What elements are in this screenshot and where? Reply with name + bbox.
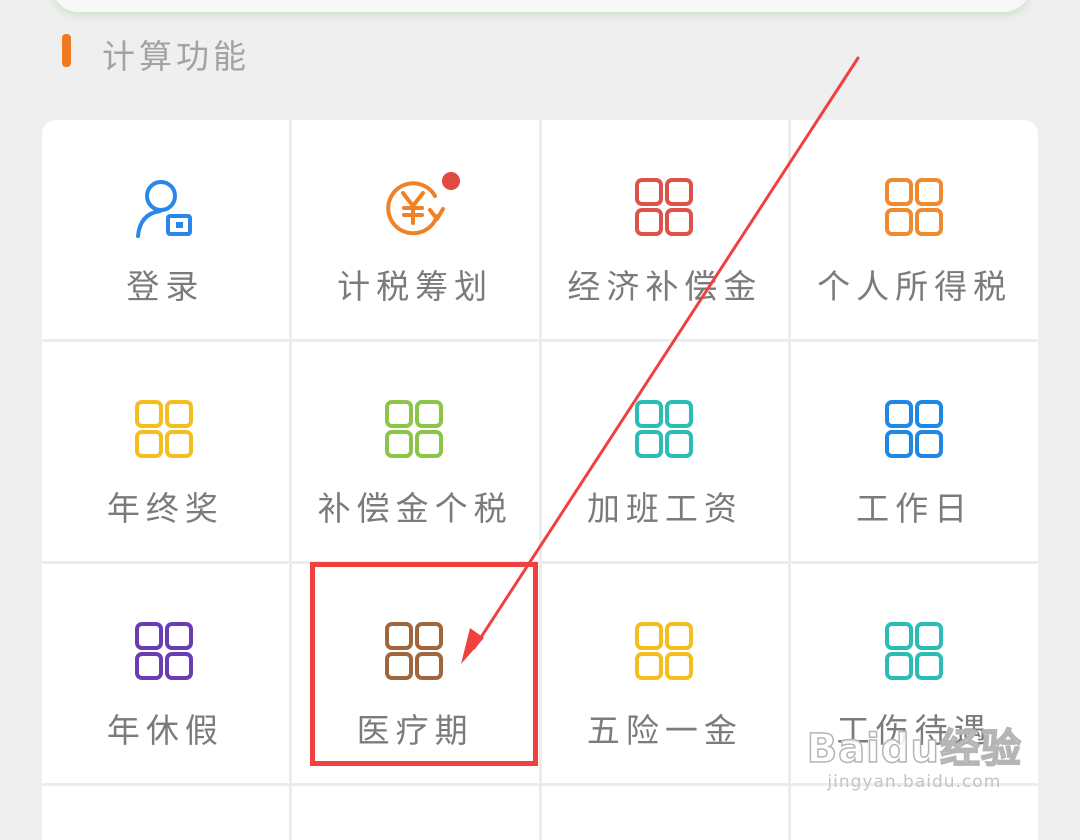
grid-icon bbox=[634, 178, 695, 238]
section-title: 计算功能 bbox=[102, 37, 250, 76]
grid-item-economic-compensation[interactable]: 经济补偿金 bbox=[541, 120, 789, 339]
grid-item-partial[interactable] bbox=[541, 786, 789, 840]
grid-icon bbox=[884, 178, 945, 238]
yuan-refresh-icon bbox=[385, 178, 446, 238]
top-card bbox=[52, 0, 1030, 12]
grid-item-label: 经济补偿金 bbox=[567, 267, 763, 306]
grid-item-partial[interactable] bbox=[42, 786, 289, 840]
notification-dot bbox=[441, 172, 460, 190]
grid-icon bbox=[634, 400, 695, 460]
grid-icon bbox=[634, 622, 695, 682]
grid-icon bbox=[385, 622, 445, 682]
grid-item-label: 加班工资 bbox=[586, 489, 743, 528]
grid-icon bbox=[135, 400, 195, 460]
grid-item-label: 补偿金个税 bbox=[317, 489, 513, 528]
grid-icon bbox=[884, 622, 945, 682]
grid-icon bbox=[135, 622, 195, 682]
grid-item-compensation-tax[interactable]: 补偿金个税 bbox=[291, 342, 539, 561]
grid-item-income-tax[interactable]: 个人所得税 bbox=[791, 120, 1038, 339]
grid-item-label: 计税筹划 bbox=[337, 267, 494, 306]
user-card-icon bbox=[135, 178, 195, 238]
grid-item-partial[interactable] bbox=[791, 786, 1038, 840]
grid-item-tax-planning[interactable]: 计税筹划 bbox=[291, 120, 539, 339]
grid-item-work-injury[interactable]: 工伤待遇 bbox=[791, 564, 1038, 783]
grid-item-label: 年休假 bbox=[106, 711, 224, 750]
grid-item-label: 年终奖 bbox=[106, 489, 224, 528]
grid-item-partial[interactable] bbox=[291, 786, 539, 840]
grid-item-social-insurance[interactable]: 五险一金 bbox=[541, 564, 789, 783]
grid-item-annual-leave[interactable]: 年休假 bbox=[42, 564, 289, 783]
grid-icon bbox=[385, 400, 445, 460]
grid-item-overtime-pay[interactable]: 加班工资 bbox=[541, 342, 789, 561]
grid-item-label: 五险一金 bbox=[586, 711, 743, 750]
function-grid: 登录 计税筹划 经济补偿金 个人所得税 年终奖 补偿金个税 加班工资 工作日 年… bbox=[42, 120, 1038, 840]
grid-item-label: 个人所得税 bbox=[817, 267, 1013, 306]
grid-item-year-end-bonus[interactable]: 年终奖 bbox=[42, 342, 289, 561]
grid-item-label: 登录 bbox=[126, 267, 205, 306]
grid-item-label: 医疗期 bbox=[356, 711, 474, 750]
grid-item-medical-period[interactable]: 医疗期 bbox=[291, 564, 539, 783]
grid-item-label: 工作日 bbox=[856, 489, 974, 528]
grid-item-label: 工伤待遇 bbox=[836, 711, 993, 750]
grid-item-workdays[interactable]: 工作日 bbox=[791, 342, 1038, 561]
grid-icon bbox=[884, 400, 945, 460]
grid-item-login[interactable]: 登录 bbox=[42, 120, 289, 339]
accent-bar bbox=[62, 34, 71, 67]
